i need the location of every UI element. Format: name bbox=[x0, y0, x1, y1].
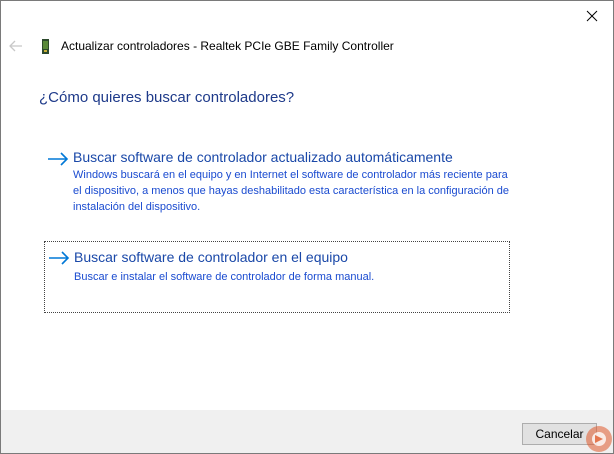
arrow-right-icon bbox=[49, 251, 70, 265]
option-browse-computer[interactable]: Buscar software de controlador en el equ… bbox=[44, 241, 510, 313]
dialog-window: Actualizar controladores - Realtek PCIe … bbox=[0, 0, 614, 454]
page-heading: ¿Cómo quieres buscar controladores? bbox=[39, 89, 295, 106]
dialog-footer: Cancelar bbox=[1, 410, 613, 453]
window-title: Actualizar controladores - Realtek PCIe … bbox=[61, 39, 394, 53]
close-button[interactable] bbox=[575, 3, 609, 29]
close-icon bbox=[586, 10, 598, 22]
back-button[interactable] bbox=[7, 37, 25, 55]
option-title[interactable]: Buscar software de controlador actualiza… bbox=[73, 149, 453, 165]
logo-watermark-icon bbox=[586, 426, 612, 452]
option-title[interactable]: Buscar software de controlador en el equ… bbox=[74, 249, 348, 265]
title-bar: Actualizar controladores - Realtek PCIe … bbox=[1, 31, 613, 61]
back-arrow-icon bbox=[9, 40, 22, 52]
option-search-automatically[interactable]: Buscar software de controlador actualiza… bbox=[44, 145, 510, 221]
option-description: Windows buscará en el equipo y en Intern… bbox=[73, 169, 509, 213]
arrow-right-icon bbox=[48, 152, 69, 166]
option-description: Buscar e instalar el software de control… bbox=[74, 271, 375, 283]
network-adapter-icon bbox=[42, 39, 49, 54]
